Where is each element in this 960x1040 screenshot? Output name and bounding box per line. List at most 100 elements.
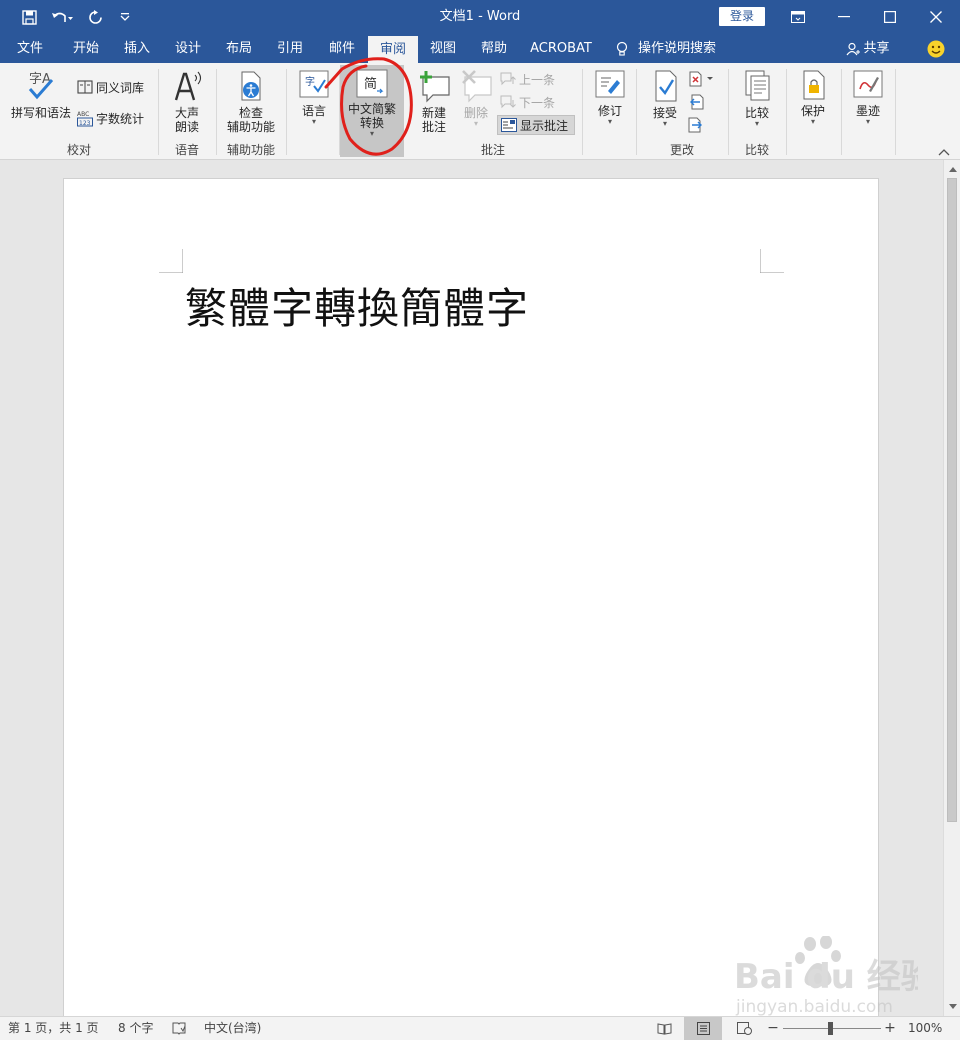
previous-comment-icon [500,72,516,86]
word-count[interactable]: 8 个字 [118,1017,153,1040]
delete-comment-button[interactable]: 删除 ▾ [456,69,496,128]
next-change-icon [688,117,702,133]
tab-layout[interactable]: 布局 [214,34,264,63]
tab-design[interactable]: 设计 [163,34,213,63]
redo-icon [88,9,102,24]
dropdown-caret: ▾ [865,117,870,126]
baidu-jingyan-watermark: Bai du 经验 jingyan.baidu.com [728,935,935,1018]
previous-comment-button[interactable]: 上一条 [500,69,555,89]
scroll-thumb[interactable] [947,178,957,822]
next-change-button[interactable] [688,115,707,135]
new-comment-icon [420,71,450,103]
show-comments-label: 显示批注 [520,118,569,133]
smiley-icon [927,40,945,57]
share-label: 共享 [863,41,890,56]
tab-acrobat[interactable]: ACROBAT [525,34,597,63]
read-mode-button[interactable] [654,1017,674,1040]
scroll-up-button[interactable] [945,161,960,177]
lock-document-icon [803,70,825,100]
spelling-grammar-button[interactable]: 字A 拼写和语法 [8,69,74,120]
customize-qat-button[interactable] [110,0,140,34]
person-icon [846,42,861,55]
tell-me-search[interactable]: 操作说明搜索 [616,34,726,63]
accept-button[interactable]: 接受 ▾ [643,69,687,128]
language-status[interactable]: 中文(台湾) [204,1017,261,1040]
check-accessibility-button[interactable]: 检查 辅助功能 [220,69,282,134]
tell-me-label: 操作说明搜索 [638,41,717,56]
compare-label: 比较 [744,106,769,120]
tab-insert[interactable]: 插入 [112,34,162,63]
baidu-paw-logo: Bai du 经验 jingyan.baidu.com [734,935,935,1017]
chevron-up-icon [938,149,950,156]
svg-text:Bai du 经验: Bai du 经验 [734,957,918,997]
collapse-ribbon-button[interactable] [938,145,950,159]
protect-label: 保护 [800,104,825,118]
word-count-label: 字数统计 [96,111,145,126]
web-layout-icon [736,1022,752,1035]
tab-help[interactable]: 帮助 [469,34,519,63]
reject-button[interactable] [688,69,717,89]
accept-icon [655,70,677,102]
maximize-icon [884,11,896,23]
proofing-status-button[interactable] [172,1017,186,1040]
save-button[interactable] [14,0,44,34]
word-count-button[interactable]: ABC 123 字数统计 [77,108,144,128]
print-layout-button[interactable] [684,1017,722,1040]
margin-marker-left [159,249,183,273]
minimize-button[interactable] [821,0,867,34]
scroll-down-button[interactable] [945,998,960,1014]
show-comments-icon [501,118,517,132]
chevron-down-icon [120,13,130,21]
document-canvas[interactable]: 繁體字轉換簡體字 [0,160,943,1016]
tab-references[interactable]: 引用 [265,34,315,63]
triangle-down-icon [948,1003,957,1009]
read-aloud-button[interactable]: 大声 朗读 [163,69,211,134]
tab-view[interactable]: 视图 [418,34,468,63]
tab-home[interactable]: 开始 [60,34,112,63]
share-button[interactable]: 共享 [843,34,893,63]
read-aloud-label-1: 大声 [174,106,199,120]
feedback-button[interactable] [922,34,950,63]
triangle-up-icon [948,166,957,172]
show-comments-button[interactable]: 显示批注 [497,115,575,135]
zoom-in-button[interactable]: + [884,1017,896,1040]
page-count[interactable]: 第 1 页，共 1 页 [8,1017,99,1040]
zoom-level[interactable]: 100% [908,1017,942,1040]
thesaurus-button[interactable]: 同义词库 [77,77,144,97]
tab-file[interactable]: 文件 [6,34,54,63]
vertical-scrollbar[interactable] [943,160,960,1016]
login-button[interactable]: 登录 [719,7,765,26]
minus-icon: − [767,1020,779,1036]
delete-comment-label: 删除 [463,106,488,120]
next-comment-icon [500,95,516,109]
redo-button[interactable] [80,0,110,34]
previous-change-button[interactable] [688,92,707,112]
group-separator [786,69,787,155]
track-changes-button[interactable]: 修订 ▾ [588,69,632,126]
zoom-out-button[interactable]: − [767,1017,779,1040]
accessibility-checker-icon [241,71,261,101]
read-aloud-label-2: 朗读 [174,120,199,134]
reject-icon [689,71,713,87]
svg-text:字: 字 [305,75,315,88]
zoom-slider-thumb[interactable] [828,1022,833,1035]
book-icon [77,80,93,94]
protect-button[interactable]: 保护 ▾ [791,69,835,126]
web-layout-button[interactable] [734,1017,754,1040]
document-page[interactable]: 繁體字轉換簡體字 [63,178,879,1016]
undo-button[interactable] [44,0,80,34]
ribbon-display-options-button[interactable] [775,0,821,34]
spell-check-icon: 字A [28,72,54,100]
ink-button[interactable]: 墨迹 ▾ [846,69,890,126]
compare-icon [745,70,770,101]
next-comment-button[interactable]: 下一条 [500,92,555,112]
maximize-button[interactable] [867,0,913,34]
group-separator [582,69,583,155]
proofing-book-icon [172,1022,186,1035]
read-aloud-icon [174,71,202,101]
spelling-label: 拼写和语法 [10,106,71,120]
compare-button[interactable]: 比较 ▾ [735,69,779,128]
document-text[interactable]: 繁體字轉換簡體字 [185,275,529,336]
close-button[interactable] [913,0,959,34]
accept-label: 接受 [652,106,677,120]
